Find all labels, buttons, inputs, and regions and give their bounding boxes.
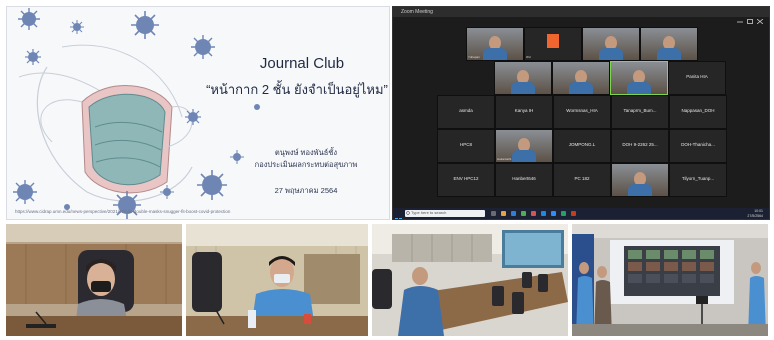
zoom-titlebar: Zoom Meeting — [393, 7, 769, 25]
app-icon[interactable] — [531, 211, 536, 216]
search-placeholder: Type here to search — [411, 210, 447, 215]
windows-taskbar: Type here to search 10:01 27/5/2564 — [393, 208, 769, 219]
participant-tile[interactable]: Kanya IH — [495, 95, 553, 129]
meeting-room-photo — [372, 224, 568, 336]
powerpoint-icon[interactable] — [571, 211, 576, 216]
participant-name: Wormsnas_HIA — [566, 108, 598, 113]
participant-tile[interactable]: asmda — [437, 95, 495, 129]
mask-illustration — [40, 85, 193, 194]
avatar — [547, 34, 559, 48]
participant-video — [611, 62, 667, 94]
participant-body — [657, 48, 681, 60]
taskbar-clock[interactable]: 10:01 27/5/2564 — [747, 209, 763, 218]
participant-tile[interactable]: Panita HIA — [668, 61, 726, 95]
clock-date: 27/5/2564 — [747, 213, 763, 218]
participant-tile[interactable] — [611, 163, 669, 197]
presenter-name: ตนุพงษ์ ทองพันธ์ชั้ง — [274, 148, 338, 157]
minimize-icon[interactable] — [737, 9, 743, 23]
participant-body — [569, 82, 593, 94]
participant-video — [553, 62, 609, 94]
participant-body — [512, 150, 536, 162]
participant-tile[interactable]: Hanbert646 — [495, 163, 553, 197]
edge-icon[interactable] — [511, 211, 516, 216]
participant-tile[interactable]: Hakanta01 — [495, 129, 553, 163]
participant-caption: Hakanta01 — [497, 157, 512, 161]
task-view-icon[interactable] — [491, 211, 496, 216]
close-icon[interactable] — [756, 9, 764, 25]
participant-video — [641, 28, 697, 60]
participant-name: Nappasan_DOH — [681, 108, 715, 113]
outlook-icon[interactable] — [541, 211, 546, 216]
slide-panel: Journal Club “หน้ากาก 2 ชั้น ยังจำเป็นอย… — [6, 6, 390, 220]
participant-tile[interactable]: DOH 9-2262 25... — [611, 129, 669, 163]
participant-video — [495, 62, 551, 94]
participant-tile[interactable]: Yuhapan — [466, 27, 524, 61]
participant-name: ENV HPC12 — [453, 176, 479, 181]
participant-caption: Yuhapan — [468, 55, 480, 59]
participant-tile[interactable]: HPC8 — [437, 129, 495, 163]
participant-tile[interactable]: Tilyorn_Tuanp... — [669, 163, 727, 197]
participant-body — [483, 48, 507, 60]
windows-start-icon[interactable] — [395, 210, 402, 219]
participant-tile[interactable]: Wormsnas_HIA — [553, 95, 611, 129]
participant-tile[interactable]: Tanaprm_Bum... — [611, 95, 669, 129]
participant-name: HPC8 — [459, 142, 472, 147]
participant-name: Kanya IH — [514, 108, 534, 113]
taskbar-search-input[interactable]: Type here to search — [405, 210, 485, 217]
participant-video — [583, 28, 639, 60]
participant-tile[interactable]: Wd — [524, 27, 582, 61]
slide-subtitle: “หน้ากาก 2 ชั้น ยังจำเป็นอยู่ไหม” — [206, 82, 388, 97]
participant-caption: Wd — [526, 55, 531, 59]
participant-body — [599, 48, 623, 60]
participant-name: PC 182 — [574, 176, 590, 181]
participant-tile[interactable] — [610, 61, 668, 95]
presenter-photo — [6, 224, 182, 336]
window-title: Zoom Meeting — [401, 9, 433, 15]
participant-tile[interactable] — [582, 27, 640, 61]
participant-tile[interactable] — [552, 61, 610, 95]
participant-body — [628, 184, 652, 196]
participant-body — [627, 82, 651, 94]
participant-name: Tilyorn_Tuanp... — [681, 176, 715, 181]
participant-name: Tanaprm_Bum... — [623, 108, 657, 113]
participant-tile[interactable]: ENV HPC12 — [437, 163, 495, 197]
participant-tile[interactable] — [494, 61, 552, 95]
participant-name: DOH-Thanicha... — [681, 142, 715, 147]
chrome-icon[interactable] — [521, 211, 526, 216]
zoom-window: Zoom Meeting Type here to search 10:01 2… — [392, 6, 770, 220]
source-url: https://www.cidrap.umn.edu/news-perspect… — [15, 209, 231, 214]
participant-name: Panita HIA — [686, 74, 708, 79]
participant-tile[interactable]: DOH-Thanicha... — [669, 129, 727, 163]
participant-tile[interactable] — [640, 27, 698, 61]
participant-tile[interactable]: PC 182 — [553, 163, 611, 197]
participant-photo — [186, 224, 368, 336]
participant-name: DOH 9-2262 25... — [622, 142, 658, 147]
maximize-icon[interactable] — [747, 9, 753, 24]
presentation-date: 27 พฤษภาคม 2564 — [274, 186, 338, 195]
participant-video — [612, 164, 668, 196]
participant-name: Hanbert646 — [512, 176, 536, 181]
screen-room-photo — [572, 224, 768, 336]
participant-tile[interactable]: Nappasan_DOH — [669, 95, 727, 129]
participant-tile[interactable]: JOMPONG.L — [553, 129, 611, 163]
participant-name: JOMPONG.L — [568, 142, 596, 147]
participant-body — [511, 82, 535, 94]
search-icon — [406, 211, 410, 215]
zoom-icon[interactable] — [551, 211, 556, 216]
excel-icon[interactable] — [561, 211, 566, 216]
department-name: กองประเมินผลกระทบต่อสุขภาพ — [254, 160, 358, 169]
file-explorer-icon[interactable] — [501, 211, 506, 216]
participant-name: asmda — [459, 108, 473, 113]
slide-title: Journal Club — [259, 55, 345, 72]
